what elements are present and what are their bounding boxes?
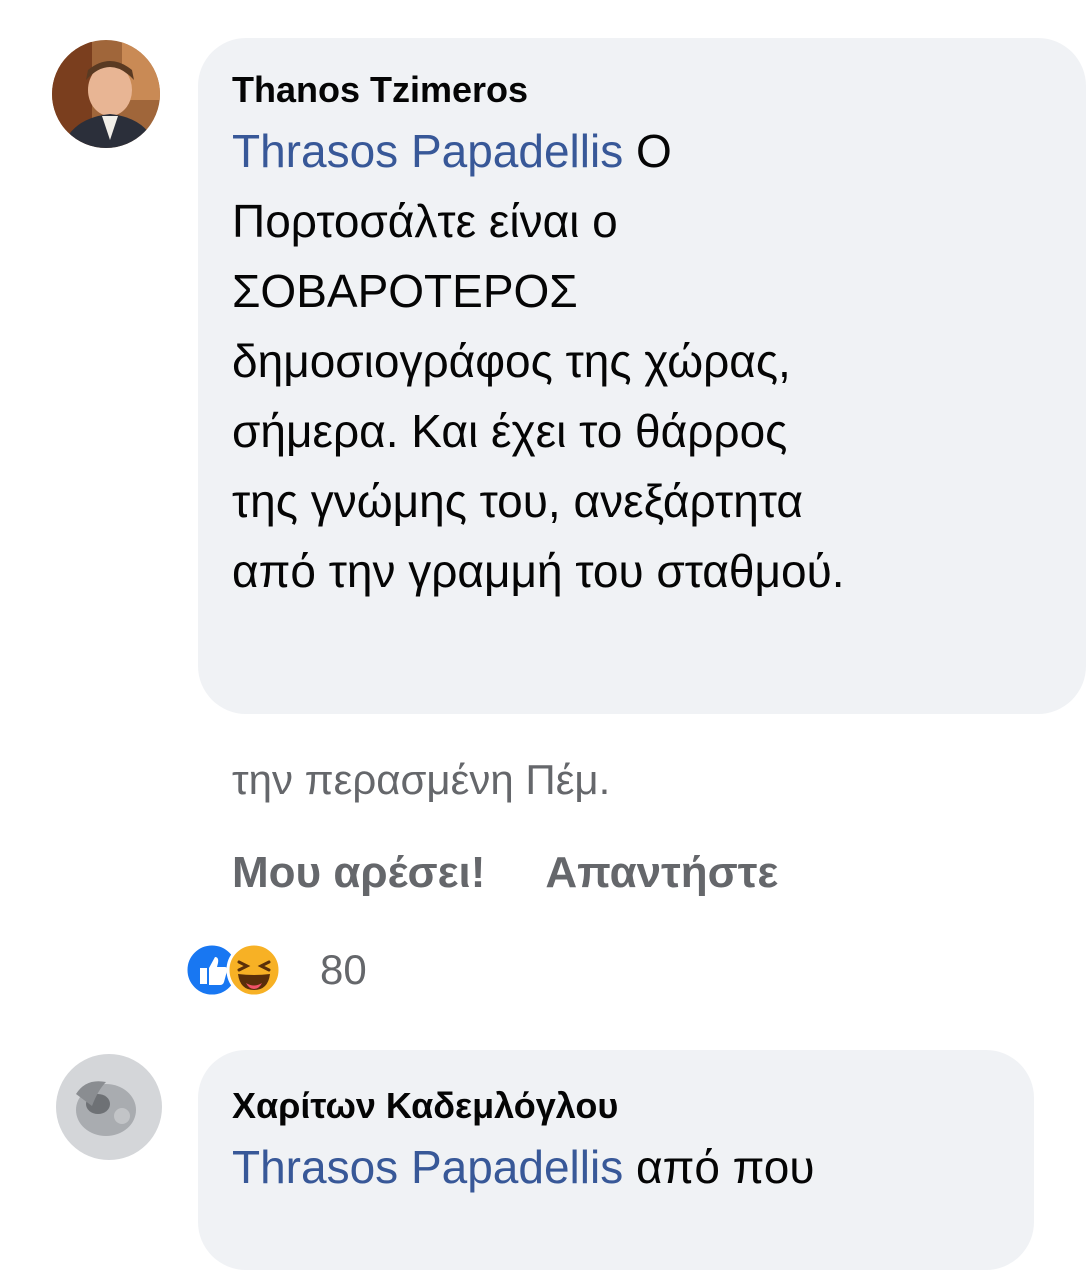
- comment-timestamp[interactable]: την περασμένη Πέμ.: [232, 752, 610, 808]
- haha-icon: [226, 942, 282, 998]
- reaction-count: 80: [320, 946, 367, 993]
- comment-bubble: Χαρίτων Καδεμλόγλου Thrasos Papadellis α…: [198, 1050, 1034, 1270]
- avatar[interactable]: [52, 40, 160, 148]
- comment-author[interactable]: Χαρίτων Καδεμλόγλου: [232, 1086, 1034, 1126]
- comment-bubble: Thanos Tzimeros Thrasos Papadellis Ο Πορ…: [198, 38, 1086, 714]
- comment-line: της γνώμης του, ανεξάρτητα: [232, 475, 803, 527]
- comment-line: ΣΟΒΑΡΟΤΕΡΟΣ: [232, 265, 578, 317]
- comment-chariton: Χαρίτων Καδεμλόγλου Thrasos Papadellis α…: [0, 1010, 1087, 1270]
- comment-actions: Μου αρέσει! Απαντήστε: [232, 843, 778, 903]
- reaction-summary[interactable]: 80: [178, 938, 418, 1002]
- comment-line: Ο: [635, 125, 672, 177]
- comment-line: δημοσιογράφος της χώρας,: [232, 335, 791, 387]
- comment-author[interactable]: Thanos Tzimeros: [232, 70, 1086, 110]
- comment-line: Πορτοσάλτε είναι ο: [232, 195, 618, 247]
- comment-text: Thrasos Papadellis Ο Πορτοσάλτε είναι ο …: [232, 116, 1086, 606]
- like-button[interactable]: Μου αρέσει!: [232, 848, 485, 897]
- mention-link[interactable]: Thrasos Papadellis: [232, 1141, 623, 1193]
- comment-line: σήμερα. Και έχει το θάρρος: [232, 405, 788, 457]
- avatar-photo: [52, 40, 160, 148]
- comment-line: από που: [635, 1141, 815, 1193]
- mention-link[interactable]: Thrasos Papadellis: [232, 125, 623, 177]
- avatar[interactable]: [56, 1054, 162, 1160]
- comment-line: από την γραμμή του σταθμού.: [232, 545, 845, 597]
- comment-text: Thrasos Papadellis από που: [232, 1132, 1034, 1202]
- avatar-photo: [56, 1054, 162, 1160]
- comment-thanos: Thanos Tzimeros Thrasos Papadellis Ο Πορ…: [0, 0, 1087, 1010]
- reply-button[interactable]: Απαντήστε: [545, 848, 778, 897]
